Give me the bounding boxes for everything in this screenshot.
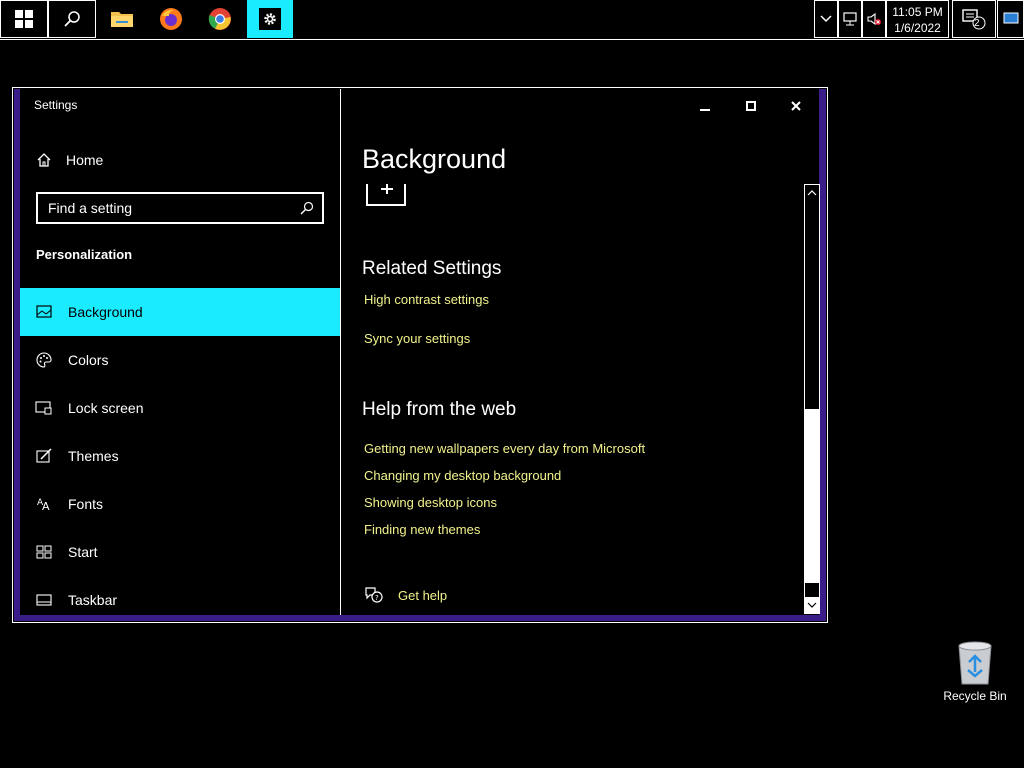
maximize-button[interactable]	[731, 92, 771, 120]
lock-screen-icon	[20, 401, 68, 415]
clock-time: 11:05 PM	[892, 5, 943, 19]
settings-window: Settings Home Find a setting Personaliza…	[12, 87, 828, 623]
sidebar-item-taskbar[interactable]: Taskbar	[20, 576, 340, 624]
scroll-down-button[interactable]	[805, 597, 819, 613]
svg-text:?: ?	[375, 594, 379, 602]
clock-date: 1/6/2022	[894, 21, 941, 35]
sidebar-item-lock-screen[interactable]: Lock screen	[20, 384, 340, 432]
get-help-link[interactable]: ? Get help	[364, 586, 447, 604]
themes-icon	[20, 448, 68, 464]
search-icon	[292, 201, 322, 215]
home-label: Home	[66, 152, 104, 168]
sidebar-item-themes[interactable]: Themes	[20, 432, 340, 480]
folder-icon	[111, 12, 133, 27]
chevron-down-icon	[807, 602, 817, 608]
sidebar-item-fonts[interactable]: AA Fonts	[20, 480, 340, 528]
chrome-icon	[208, 8, 231, 30]
recycle-bin[interactable]: Recycle Bin	[940, 640, 1010, 703]
help-link[interactable]: Getting new wallpapers every day from Mi…	[364, 441, 645, 456]
sidebar-item-label: Background	[68, 304, 143, 320]
sidebar-item-label: Lock screen	[68, 400, 144, 416]
volume-muted-icon	[867, 12, 881, 26]
content-scrollbar[interactable]	[804, 184, 820, 614]
sidebar-item-start[interactable]: Start	[20, 528, 340, 576]
firefox-button[interactable]	[147, 0, 195, 38]
tray-overflow-button[interactable]	[814, 0, 838, 38]
taskbar-icon	[20, 594, 68, 606]
get-help-label: Get help	[398, 587, 448, 603]
show-desktop-button[interactable]	[997, 0, 1024, 38]
sidebar-item-label: Start	[68, 544, 98, 560]
chevron-up-icon	[807, 190, 817, 196]
search-icon	[64, 11, 80, 27]
help-link[interactable]: Changing my desktop background	[364, 468, 561, 483]
recycle-bin-icon	[958, 641, 992, 685]
close-button[interactable]	[776, 92, 816, 120]
close-icon	[791, 101, 801, 111]
sync-settings-link[interactable]: Sync your settings	[364, 331, 470, 346]
help-link[interactable]: Finding new themes	[364, 522, 480, 537]
search-button[interactable]	[48, 0, 96, 38]
sidebar-item-colors[interactable]: Colors	[20, 336, 340, 384]
start-icon	[20, 545, 68, 559]
minimize-icon	[700, 109, 710, 111]
sidebar-item-label: Themes	[68, 448, 119, 464]
recycle-bin-label: Recycle Bin	[943, 689, 1007, 703]
file-explorer-button[interactable]	[98, 0, 146, 38]
window-title: Settings	[34, 98, 78, 112]
scroll-up-button[interactable]	[805, 185, 819, 201]
help-chat-icon: ?	[365, 587, 383, 603]
desktop-icon	[1003, 12, 1018, 24]
pane-divider	[340, 89, 341, 615]
chrome-button[interactable]	[196, 0, 244, 38]
network-icon	[843, 12, 857, 26]
gear-icon	[259, 8, 281, 30]
network-button[interactable]	[838, 0, 862, 38]
svg-text:A: A	[42, 500, 50, 512]
sidebar-item-background[interactable]: Background	[20, 288, 340, 336]
minimize-button[interactable]	[685, 92, 725, 120]
sidebar-item-label: Colors	[68, 352, 109, 368]
scroll-thumb[interactable]	[805, 409, 819, 583]
notification-count: 2	[974, 18, 980, 29]
home-icon	[37, 153, 51, 167]
help-heading: Help from the web	[362, 399, 517, 420]
help-link[interactable]: Showing desktop icons	[364, 495, 497, 510]
section-title: Personalization	[36, 247, 133, 262]
windows-logo-icon	[15, 10, 33, 28]
add-picture-button[interactable]	[366, 184, 406, 206]
settings-taskbar-button[interactable]	[247, 0, 293, 38]
search-placeholder: Find a setting	[48, 200, 133, 216]
start-button[interactable]	[0, 0, 48, 38]
maximize-icon	[746, 101, 756, 111]
sidebar-item-label: Fonts	[68, 496, 104, 512]
firefox-icon	[160, 8, 182, 30]
sidebar-item-label: Taskbar	[68, 592, 118, 608]
search-input[interactable]: Find a setting	[36, 192, 324, 224]
chevron-up-icon	[820, 15, 832, 23]
sidebar-home[interactable]: Home	[36, 152, 103, 168]
fonts-icon: AA	[20, 496, 68, 512]
high-contrast-link[interactable]: High contrast settings	[364, 292, 489, 307]
page-title: Background	[362, 144, 507, 174]
picture-icon	[20, 305, 68, 319]
palette-icon	[20, 352, 68, 368]
taskbar: 11:05 PM 1/6/2022 2	[0, 0, 1024, 40]
clock[interactable]: 11:05 PM 1/6/2022	[886, 0, 949, 38]
volume-button[interactable]	[862, 0, 886, 38]
related-settings-heading: Related Settings	[362, 258, 502, 279]
taskbar-border	[0, 39, 1024, 40]
action-center-button[interactable]: 2	[952, 0, 996, 38]
